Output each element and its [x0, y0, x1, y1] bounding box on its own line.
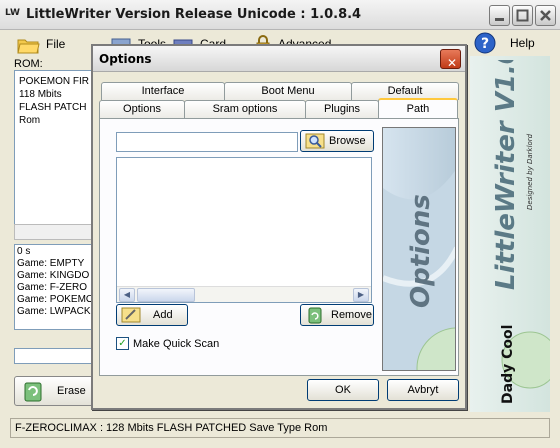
remove-button[interactable]: Remove	[300, 304, 374, 326]
close-icon	[540, 10, 551, 21]
log-line: Game: LWPACK	[17, 306, 91, 317]
close-window-button[interactable]	[535, 5, 556, 26]
scroll-left-button[interactable]: ◀	[119, 288, 135, 302]
log-line: Game: POKEMO	[17, 294, 94, 305]
quick-scan-checkbox[interactable]: ✓ Make Quick Scan	[116, 337, 219, 350]
window-title: LittleWriter Version Release Unicode : 1…	[26, 7, 362, 22]
title-bar: LW LittleWriter Version Release Unicode …	[0, 0, 560, 30]
path-list[interactable]: ◀ ▶	[116, 157, 372, 303]
svg-text:?: ?	[481, 36, 489, 52]
options-side-image: Options	[382, 127, 456, 371]
close-icon: ✕	[447, 56, 458, 70]
file-menu-label: File	[46, 37, 66, 51]
tab-boot-menu[interactable]: Boot Menu	[224, 82, 352, 100]
dialog-title-bar: Options ✕	[93, 46, 465, 72]
options-banner-text: Options	[406, 194, 436, 308]
log-line: Game: F-ZERO	[17, 282, 88, 293]
rom-line: Rom	[19, 115, 41, 126]
erase-button[interactable]: Erase	[14, 376, 100, 406]
path-tab-panel: Browse ◀ ▶ Add Remove ✓ Make Quick Scan	[99, 118, 459, 376]
scroll-thumb[interactable]	[137, 288, 195, 302]
rom-info-box: POKEMON FIR 118 Mbits FLASH PATCH Rom	[14, 70, 100, 225]
recycle-icon	[24, 382, 42, 402]
dialog-close-button[interactable]: ✕	[440, 49, 461, 70]
app-icon: LW	[5, 8, 20, 18]
progress-bar	[14, 348, 100, 364]
cancel-button[interactable]: Avbryt	[387, 379, 459, 401]
file-menu[interactable]: File	[16, 33, 65, 55]
rom-line: POKEMON FIR	[19, 76, 90, 87]
log-line: 0 s	[17, 246, 31, 257]
path-list-scrollbar[interactable]: ◀ ▶	[117, 286, 371, 302]
dady-cool-text: Dady Cool	[500, 325, 516, 404]
minimize-button[interactable]	[489, 5, 510, 26]
tab-sram-options[interactable]: Sram options	[184, 100, 306, 118]
help-menu[interactable]: ? Help	[474, 32, 535, 54]
brand-title-text: LittleWriter V1.0	[491, 60, 521, 290]
ok-button[interactable]: OK	[307, 379, 379, 401]
help-menu-label: Help	[510, 36, 535, 50]
minimize-icon	[495, 18, 504, 21]
folder-icon	[17, 39, 40, 54]
scroll-right-button[interactable]: ▶	[353, 288, 369, 302]
checkmark-icon: ✓	[116, 337, 129, 350]
rom-label: ROM:	[14, 58, 43, 70]
add-icon	[121, 307, 141, 323]
tab-interface[interactable]: Interface	[101, 82, 225, 100]
add-button[interactable]: Add	[116, 304, 188, 326]
rom-scrollbar[interactable]	[14, 224, 100, 240]
help-icon: ?	[474, 32, 496, 54]
maximize-icon	[516, 9, 529, 22]
remove-label: Remove	[331, 309, 372, 321]
tab-path[interactable]: Path	[378, 98, 458, 119]
add-label: Add	[153, 309, 173, 321]
brand-subtitle-text: Designed by Darklord	[526, 133, 534, 210]
status-bar: F-ZEROCLIMAX : 128 Mbits FLASH PATCHED S…	[10, 418, 550, 438]
path-input[interactable]	[116, 132, 298, 152]
erase-label: Erase	[57, 385, 86, 397]
options-dialog: Options ✕ Interface Boot Menu Default Op…	[91, 44, 467, 410]
log-line: Game: KINGDO	[17, 270, 90, 281]
browse-label: Browse	[329, 135, 366, 147]
log-line: Game: EMPTY	[17, 258, 85, 269]
log-list: 0 s Game: EMPTY Game: KINGDO Game: F-ZER…	[14, 244, 100, 330]
search-icon	[305, 133, 325, 149]
dialog-title: Options	[99, 52, 152, 66]
recycle-icon	[308, 307, 322, 324]
tab-options[interactable]: Options	[99, 100, 185, 118]
tab-plugins[interactable]: Plugins	[305, 100, 379, 118]
brand-logo: LittleWriter V1.0 Designed by Darklord	[491, 60, 534, 290]
quick-scan-label: Make Quick Scan	[133, 337, 220, 350]
browse-button[interactable]: Browse	[300, 130, 374, 152]
rom-line: 118 Mbits	[19, 89, 62, 100]
dady-cool-logo: Dady Cool	[500, 325, 550, 404]
options-banner-graphic: Options	[383, 170, 455, 370]
maximize-button[interactable]	[512, 5, 533, 26]
rom-line: FLASH PATCH	[19, 102, 87, 113]
